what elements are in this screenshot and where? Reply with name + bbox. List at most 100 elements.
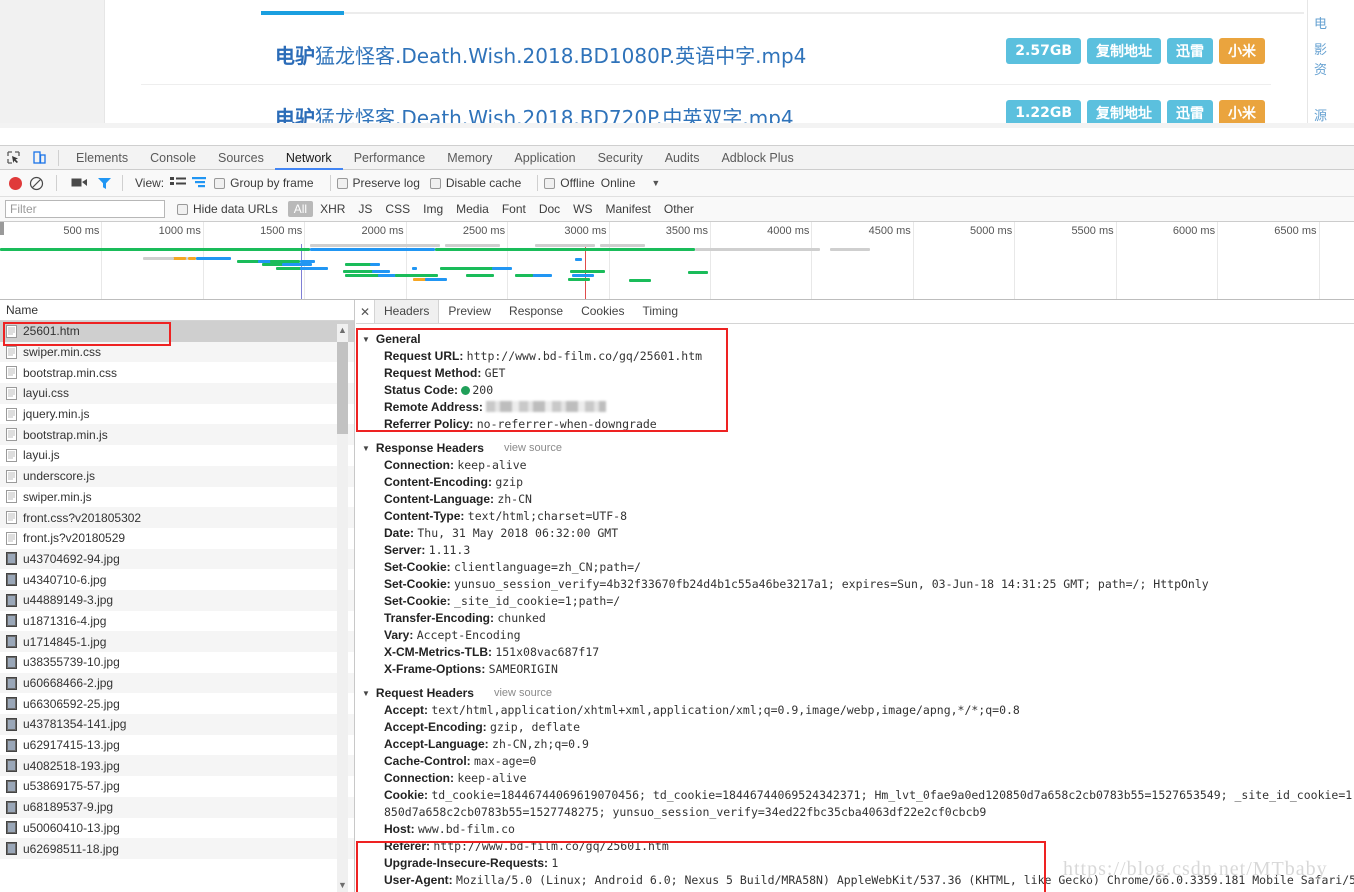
tab-application[interactable]: Application (503, 146, 586, 170)
filter-type-font[interactable]: Font (496, 201, 532, 217)
group-by-frame-checkbox[interactable]: Group by frame (214, 176, 314, 190)
checkbox-icon[interactable] (214, 177, 226, 189)
filter-type-all[interactable]: All (287, 201, 314, 217)
waterfall-bar (600, 244, 645, 247)
request-list-item[interactable]: front.css?v201805302 (0, 507, 354, 528)
tab-console[interactable]: Console (139, 146, 207, 170)
chevron-down-icon[interactable]: ▼ (362, 444, 370, 453)
list-view-icon[interactable] (170, 176, 187, 190)
scroll-up-icon[interactable]: ▲ (337, 324, 348, 337)
request-list-item[interactable]: layui.css (0, 383, 354, 404)
request-list-item[interactable]: front.js?v20180529 (0, 528, 354, 549)
general-section-title[interactable]: ▼ General (362, 332, 1354, 346)
request-list-item[interactable]: u1871316-4.jpg (0, 611, 354, 632)
request-list-item[interactable]: 25601.htm (0, 321, 354, 342)
devtools-resize-strip[interactable] (0, 123, 1354, 128)
filter-type-img[interactable]: Img (417, 201, 449, 217)
toggle-device-toolbar-icon[interactable] (26, 147, 52, 169)
chevron-down-icon[interactable]: ▼ (651, 178, 660, 188)
request-list-item[interactable]: u62917415-13.jpg (0, 735, 354, 756)
tab-network[interactable]: Network (275, 146, 343, 170)
request-list-item[interactable]: layui.js (0, 445, 354, 466)
checkbox-icon[interactable] (177, 203, 188, 215)
download-file-name[interactable]: 猛龙怪客.Death.Wish.2018.BD1080P.英语中字.mp4 (315, 40, 806, 69)
tab-sources[interactable]: Sources (207, 146, 275, 170)
thunder-button[interactable]: 迅雷 (1167, 38, 1213, 64)
filter-type-media[interactable]: Media (450, 201, 495, 217)
request-list-item[interactable]: bootstrap.min.css (0, 362, 354, 383)
request-list-item[interactable]: u4340710-6.jpg (0, 569, 354, 590)
scrollbar-thumb[interactable] (337, 342, 348, 434)
tab-memory[interactable]: Memory (436, 146, 503, 170)
request-list-item[interactable]: u60668466-2.jpg (0, 672, 354, 694)
request-list-item[interactable]: u53869175-57.jpg (0, 776, 354, 797)
filter-type-xhr[interactable]: XHR (314, 201, 351, 217)
throttling-value[interactable]: Online (601, 176, 636, 190)
view-source-link[interactable]: view source (494, 687, 552, 699)
detail-tab-response[interactable]: Response (500, 300, 572, 323)
scroll-down-icon[interactable]: ▼ (337, 879, 348, 892)
tab-audits[interactable]: Audits (654, 146, 711, 170)
request-list-scrollbar[interactable]: ▲ ▼ (337, 324, 348, 892)
request-list-item[interactable]: u38355739-10.jpg (0, 652, 354, 673)
filter-type-css[interactable]: CSS (379, 201, 416, 217)
clear-icon[interactable] (29, 176, 44, 191)
column-header-name[interactable]: Name (0, 300, 354, 321)
header-value: clientlanguage=zh_CN;path=/ (454, 560, 641, 574)
request-list-item[interactable]: u66306592-25.jpg (0, 693, 354, 714)
request-list-item[interactable]: u44889149-3.jpg (0, 589, 354, 611)
detail-tab-preview[interactable]: Preview (439, 300, 500, 323)
waterfall-view-icon[interactable] (192, 176, 208, 190)
detail-tab-cookies[interactable]: Cookies (572, 300, 633, 323)
copy-link-button[interactable]: 复制地址 (1087, 38, 1161, 64)
checkbox-icon[interactable] (336, 177, 348, 189)
capture-screenshots-icon[interactable] (71, 176, 89, 190)
request-name: u38355739-10.jpg (23, 655, 120, 670)
tab-security[interactable]: Security (587, 146, 654, 170)
checkbox-icon[interactable] (429, 177, 441, 189)
request-list-item[interactable]: jquery.min.js (0, 404, 354, 425)
xiaomi-button[interactable]: 小米 (1219, 38, 1265, 64)
request-list-item[interactable]: u1714845-1.jpg (0, 631, 354, 652)
request-headers-section-title[interactable]: ▼ Request Headers view source (362, 686, 1354, 700)
filter-type-manifest[interactable]: Manifest (600, 201, 657, 217)
record-button[interactable] (9, 176, 22, 190)
chevron-down-icon[interactable]: ▼ (362, 689, 370, 698)
filter-type-ws[interactable]: WS (567, 201, 598, 217)
close-icon[interactable]: ✕ (356, 305, 374, 319)
detail-tab-timing[interactable]: Timing (633, 300, 687, 323)
filter-input[interactable] (5, 200, 165, 218)
download-row[interactable]: 电驴 猛龙怪客.Death.Wish.2018.BD720P.中英双字.mp4 … (105, 88, 1309, 128)
request-list-item[interactable]: u62698511-18.jpg (0, 838, 354, 859)
request-list-item[interactable]: u4082518-193.jpg (0, 755, 354, 777)
offline-checkbox[interactable]: Offline (544, 176, 595, 190)
hide-data-urls-checkbox[interactable]: Hide data URLs (177, 202, 278, 216)
request-list-item[interactable]: underscore.js (0, 465, 354, 487)
network-overview-timeline[interactable]: 500 ms 1000 ms 1500 ms 2000 ms 2500 ms 3000 m… (0, 222, 1354, 300)
preserve-log-checkbox[interactable]: Preserve log (336, 176, 420, 190)
request-list-item[interactable]: u50060410-13.jpg (0, 818, 354, 839)
inspect-element-icon[interactable] (0, 147, 26, 169)
tab-elements[interactable]: Elements (65, 146, 139, 170)
request-list-item[interactable]: swiper.min.js (0, 487, 354, 508)
request-list-item[interactable]: swiper.min.css (0, 341, 354, 363)
request-list-item[interactable]: u43704692-94.jpg (0, 548, 354, 570)
header-key: Set-Cookie: (384, 560, 455, 574)
tab-performance[interactable]: Performance (343, 146, 437, 170)
response-headers-section-title[interactable]: ▼ Response Headers view source (362, 441, 1354, 455)
tab-adblock-plus[interactable]: Adblock Plus (710, 146, 804, 170)
filter-type-other[interactable]: Other (658, 201, 700, 217)
chevron-down-icon[interactable]: ▼ (362, 335, 370, 344)
filter-type-doc[interactable]: Doc (533, 201, 566, 217)
download-row[interactable]: 电驴 猛龙怪客.Death.Wish.2018.BD1080P.英语中字.mp4… (105, 22, 1309, 79)
disable-cache-checkbox[interactable]: Disable cache (429, 176, 521, 190)
request-list-item[interactable]: u43781354-141.jpg (0, 714, 354, 735)
header-value: gzip, deflate (490, 720, 581, 734)
request-list-item[interactable]: u68189537-9.jpg (0, 796, 354, 818)
filter-icon[interactable] (97, 176, 112, 190)
checkbox-icon[interactable] (544, 177, 556, 189)
view-source-link[interactable]: view source (504, 442, 562, 454)
detail-tab-headers[interactable]: Headers (374, 300, 440, 323)
filter-type-js[interactable]: JS (352, 201, 378, 217)
request-list-item[interactable]: bootstrap.min.js (0, 424, 354, 446)
